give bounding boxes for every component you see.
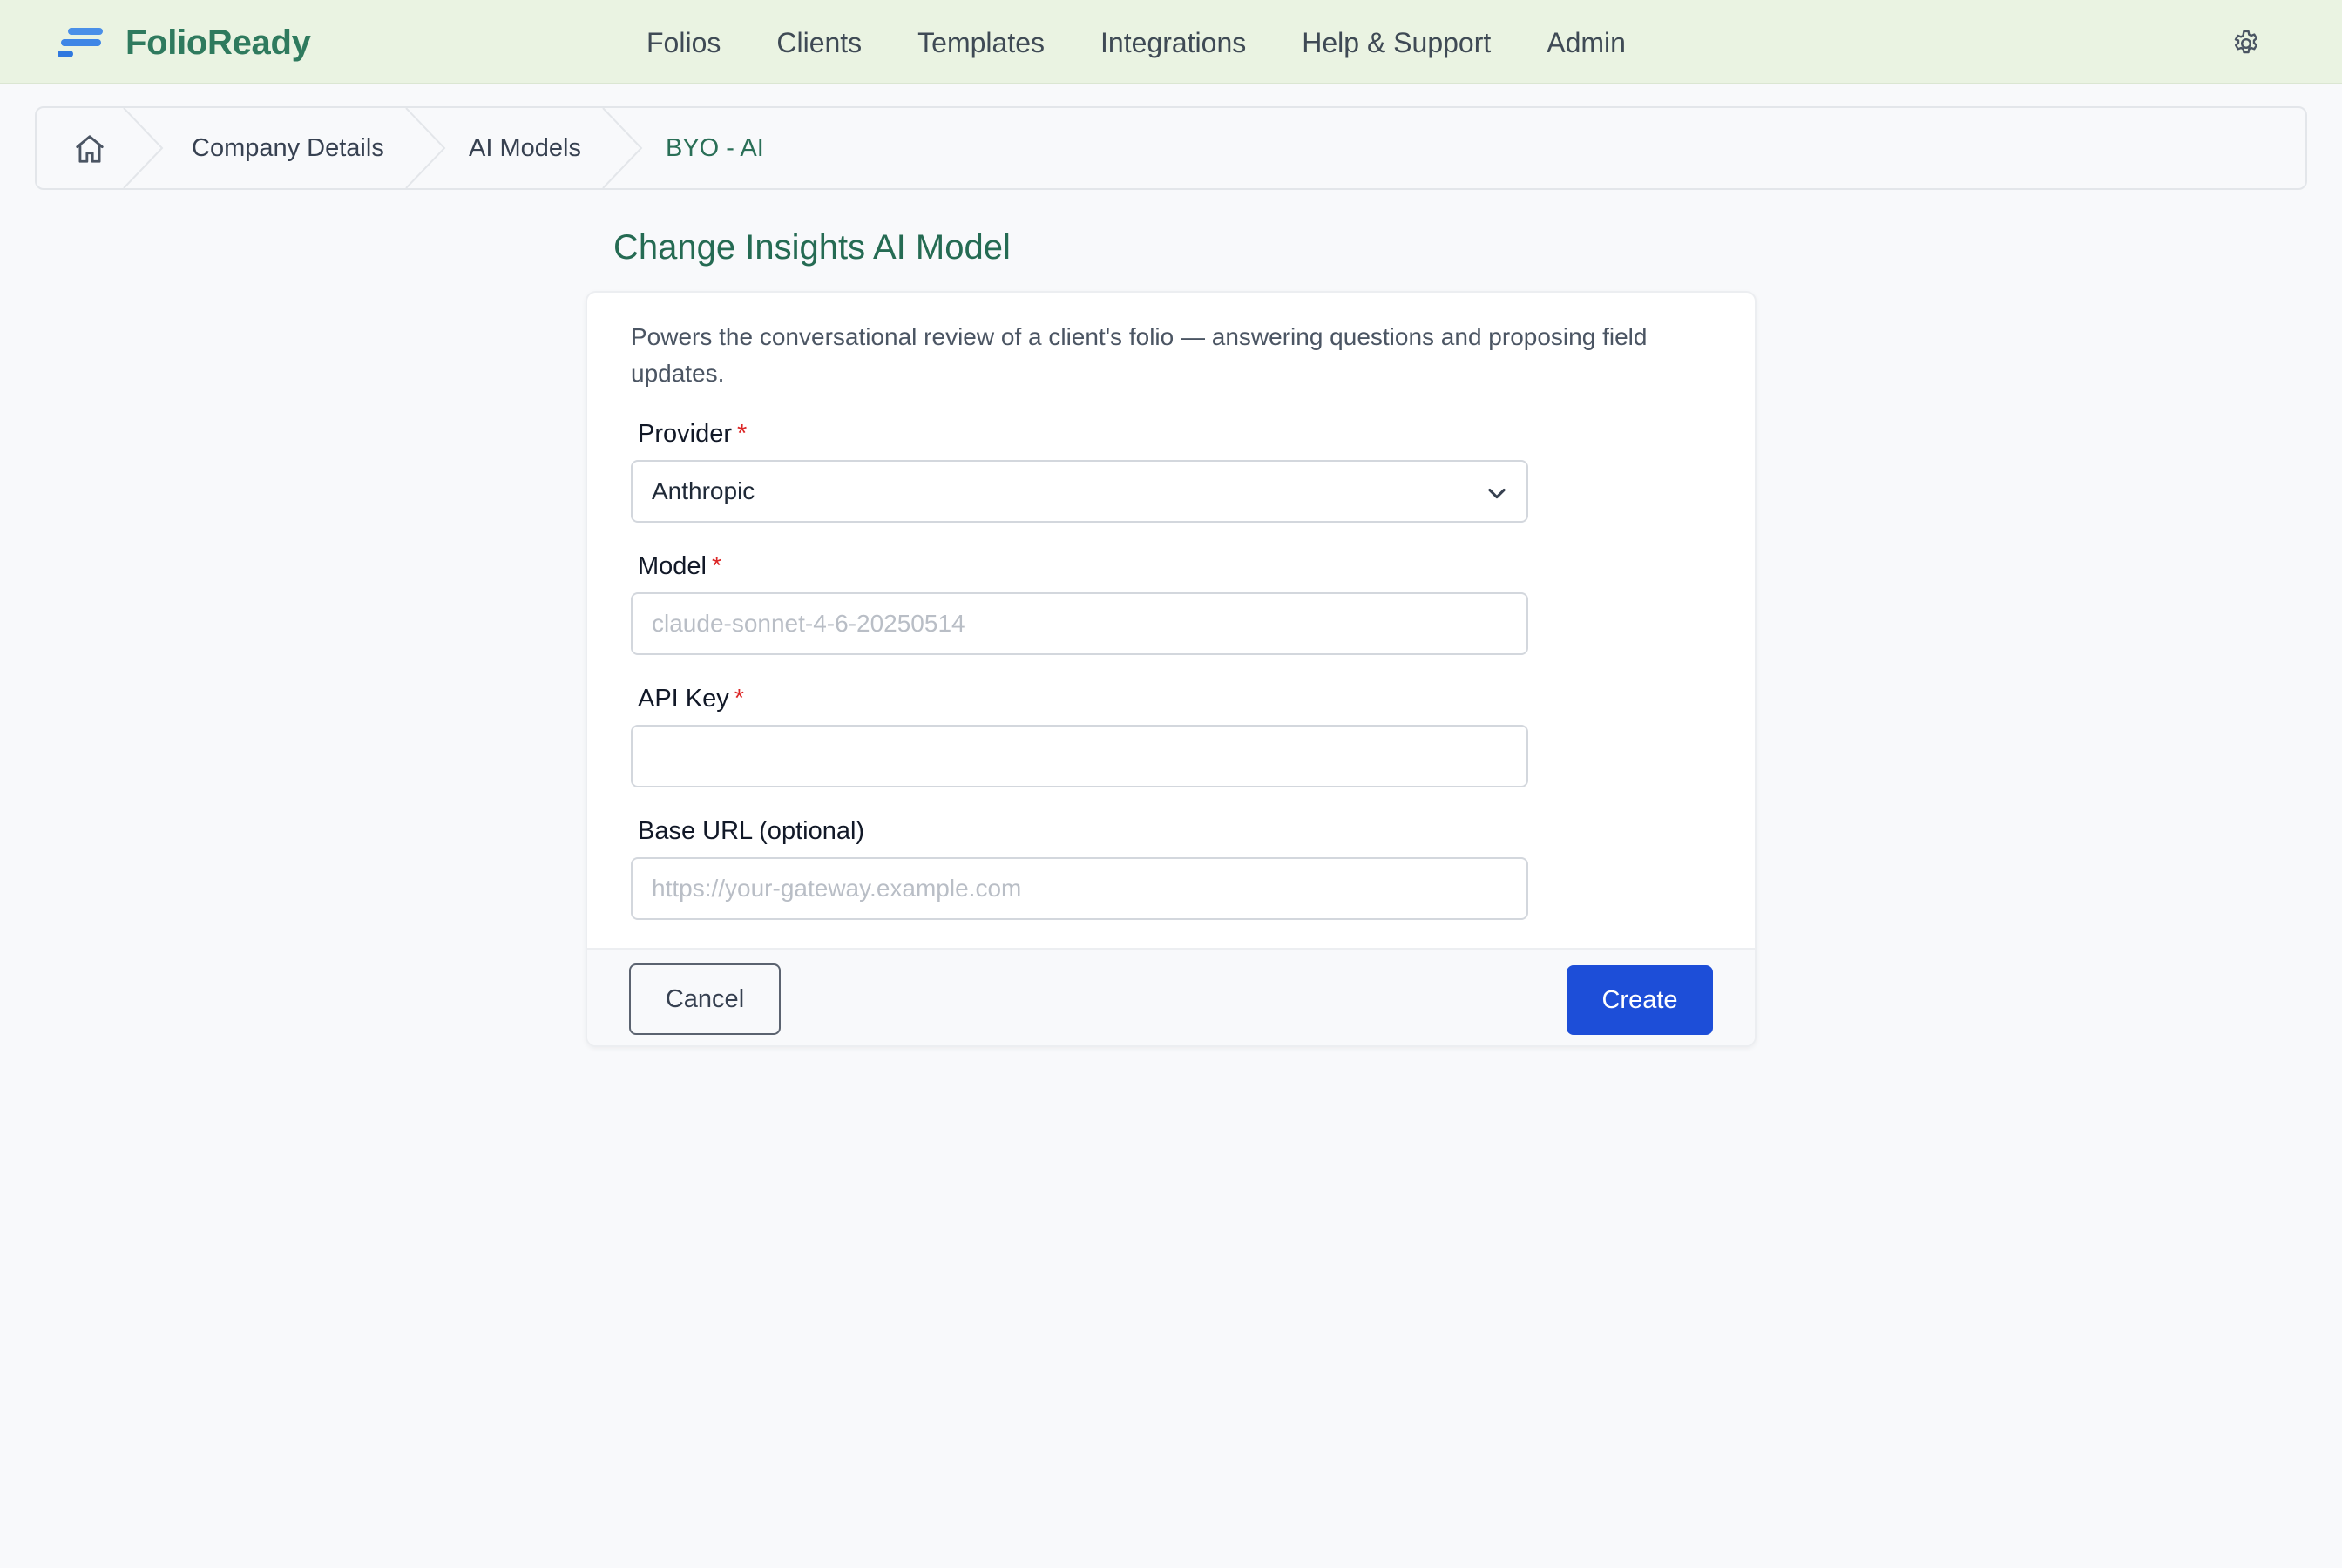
home-icon[interactable]: [73, 132, 106, 166]
base-url-label: Base URL (optional): [638, 817, 864, 846]
api-key-label: API Key *: [638, 685, 744, 713]
required-marker: *: [734, 685, 745, 713]
model-input[interactable]: [631, 592, 1528, 655]
nav-item-help-support[interactable]: Help & Support: [1302, 27, 1491, 59]
brand[interactable]: FolioReady: [58, 19, 311, 66]
form-footer: Cancel Create: [587, 948, 1755, 1045]
api-key-label-text: API Key: [638, 685, 729, 713]
create-button[interactable]: Create: [1567, 965, 1713, 1035]
nav-item-clients[interactable]: Clients: [776, 27, 862, 59]
provider-label: Provider *: [638, 420, 747, 449]
cancel-button[interactable]: Cancel: [629, 963, 781, 1035]
page-title: Change Insights AI Model: [613, 228, 1011, 267]
brand-logo-icon: [58, 28, 103, 57]
api-key-input[interactable]: [631, 725, 1528, 787]
required-marker: *: [737, 420, 748, 448]
nav-item-folios[interactable]: Folios: [646, 27, 721, 59]
nav-item-integrations[interactable]: Integrations: [1100, 27, 1246, 59]
gear-icon[interactable]: [2230, 28, 2262, 59]
model-label: Model *: [638, 552, 721, 581]
breadcrumb-separator: [123, 108, 164, 188]
main-nav: Folios Clients Templates Integrations He…: [646, 19, 1626, 66]
breadcrumb-ai-models[interactable]: AI Models: [469, 108, 581, 188]
breadcrumb-separator: [405, 108, 446, 188]
model-label-text: Model: [638, 552, 707, 580]
brand-name: FolioReady: [125, 23, 311, 62]
required-marker: *: [712, 552, 722, 580]
breadcrumb-byo-ai[interactable]: BYO - AI: [666, 108, 764, 188]
provider-select[interactable]: Anthropic: [631, 460, 1528, 523]
provider-select-value: Anthropic: [652, 477, 755, 504]
chevron-down-icon: [1488, 488, 1506, 499]
nav-item-templates[interactable]: Templates: [917, 27, 1045, 59]
base-url-label-text: Base URL (optional): [638, 817, 865, 845]
form-description: Powers the conversational review of a cl…: [631, 323, 1648, 387]
nav-item-admin[interactable]: Admin: [1547, 27, 1626, 59]
breadcrumb: Company Details AI Models BYO - AI: [35, 106, 2307, 190]
breadcrumb-company-details[interactable]: Company Details: [192, 108, 384, 188]
breadcrumb-separator: [602, 108, 643, 188]
top-nav: FolioReady Folios Clients Templates Inte…: [0, 0, 2342, 84]
provider-label-text: Provider: [638, 420, 732, 448]
base-url-input[interactable]: [631, 857, 1528, 920]
form-card: Powers the conversational review of a cl…: [586, 291, 1756, 1047]
